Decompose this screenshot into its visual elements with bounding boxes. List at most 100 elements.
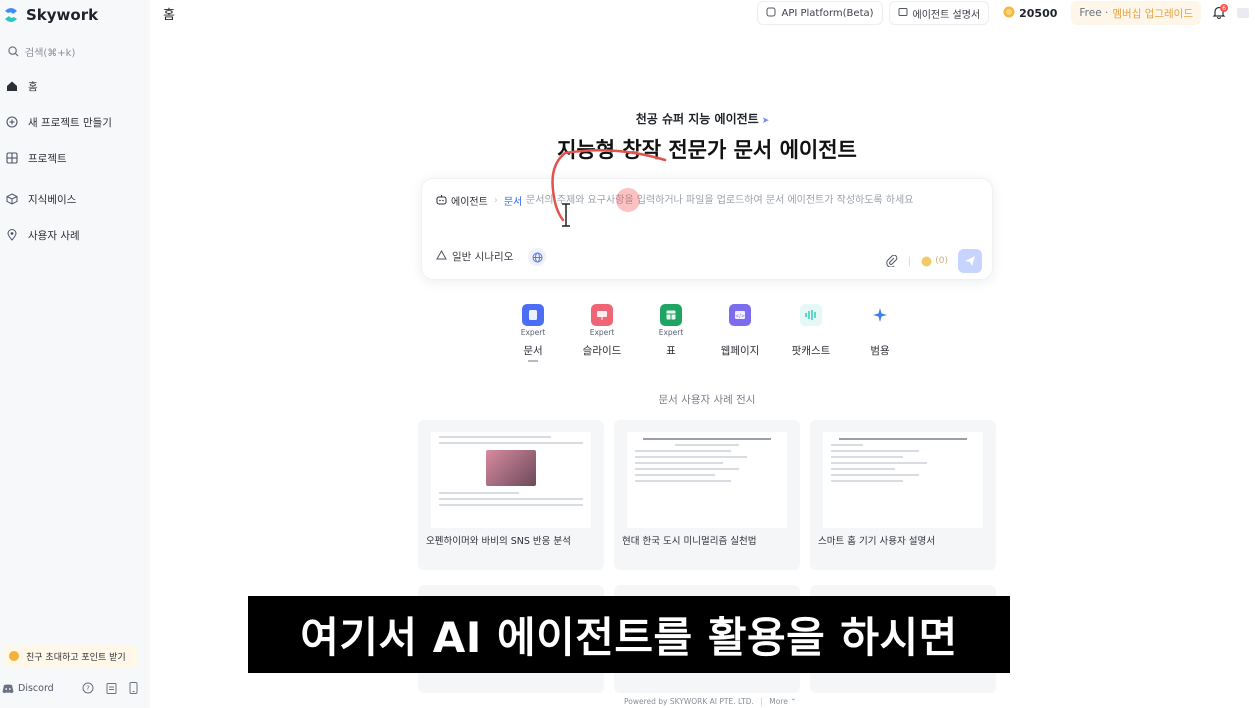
- plan-label: Free ·: [1079, 7, 1109, 19]
- clipboard-icon[interactable]: [106, 679, 117, 698]
- agent-tile-webpage[interactable]: </> 웹페이지: [710, 304, 770, 358]
- help-icon[interactable]: ?: [82, 679, 94, 698]
- agent-label: 웹페이지: [720, 345, 760, 357]
- more-link[interactable]: More: [769, 697, 788, 706]
- sidebar-item-home[interactable]: 홈: [4, 74, 38, 98]
- api-platform-label: API Platform(Beta): [781, 7, 874, 19]
- webpage-agent-icon: </>: [729, 304, 751, 326]
- globe-icon: [532, 248, 543, 267]
- mobile-icon[interactable]: [129, 679, 138, 698]
- coin-icon: [1003, 6, 1015, 21]
- send-button[interactable]: [958, 249, 982, 273]
- notification-badge: 6: [1220, 4, 1228, 12]
- agent-guide-button[interactable]: 에이전트 설명서: [888, 1, 990, 25]
- sidebar-item-label: 프로젝트: [28, 152, 67, 165]
- agent-label: 팟캐스트: [791, 345, 831, 357]
- discord-icon[interactable]: [2, 679, 14, 698]
- points-balance[interactable]: 20500: [995, 1, 1066, 25]
- logo-text: Skywork: [26, 6, 99, 24]
- sidebar-item-label: 홈: [28, 80, 38, 93]
- warning-triangle-icon: [436, 249, 447, 263]
- tool-divider: |: [907, 255, 912, 267]
- header-actions: API Platform(Beta) 에이전트 설명서 20500 Free ·…: [757, 0, 1255, 26]
- agent-tile-slides[interactable]: Expert 슬라이드: [572, 304, 632, 358]
- home-icon: [6, 77, 18, 96]
- robot-icon: [436, 194, 447, 208]
- page-title: 홈: [163, 8, 175, 23]
- web-search-toggle[interactable]: [528, 248, 546, 266]
- logo[interactable]: Skywork: [2, 6, 98, 24]
- hero-subtitle: 천공 슈퍼 지능 에이전트 ➤: [0, 110, 1255, 127]
- document-agent-icon: [522, 304, 544, 326]
- showcase-card[interactable]: 현대 한국 도시 미니멀리즘 실천법: [614, 420, 800, 570]
- cost-indicator: (0): [921, 252, 948, 271]
- sidebar-item-projects[interactable]: 프로젝트: [4, 146, 67, 170]
- skywork-logo-icon: [2, 6, 20, 24]
- prompt-tools: | (0): [886, 249, 982, 273]
- scenario-selector[interactable]: 일반 시나리오: [436, 249, 513, 264]
- prompt-box: 에이전트 › 문서 일반 시나리오 | (0): [421, 178, 993, 280]
- invite-friends-button[interactable]: 친구 초대하고 포인트 받기: [4, 645, 138, 667]
- upgrade-label: 멤버십 업그레이드: [1112, 7, 1193, 20]
- svg-text:</>: </>: [735, 314, 745, 320]
- sheet-agent-icon: [660, 304, 682, 326]
- sidebar-footer: Discord ?: [2, 678, 148, 698]
- agent-chip[interactable]: 에이전트 › 문서: [436, 193, 522, 208]
- avatar[interactable]: [1237, 1, 1255, 25]
- api-icon: [766, 7, 776, 20]
- sidebar-item-label: 지식베이스: [28, 193, 77, 206]
- expert-badge: [710, 328, 770, 338]
- discord-link[interactable]: Discord: [18, 683, 54, 694]
- search-box[interactable]: 검색(⌘+k): [4, 40, 136, 62]
- attachment-icon[interactable]: [886, 252, 898, 271]
- footer: Powered by SKYWORK AI PTE. LTD. | More ⌃: [624, 697, 797, 706]
- location-icon: [6, 226, 18, 245]
- separator: ›: [493, 195, 498, 206]
- agent-tile-podcast[interactable]: 팟캐스트: [781, 304, 841, 358]
- card-thumbnail: [823, 432, 983, 528]
- powered-by: Powered by SKYWORK AI PTE. LTD.: [624, 697, 754, 706]
- api-platform-button[interactable]: API Platform(Beta): [757, 1, 883, 25]
- card-label: 스마트 홈 기기 사용자 설명서: [818, 536, 935, 547]
- invite-label: 친구 초대하고 포인트 받기: [26, 652, 126, 663]
- agent-label: 에이전트: [451, 197, 488, 208]
- notification-button[interactable]: 6: [1207, 1, 1231, 25]
- podcast-agent-icon: [800, 304, 822, 326]
- sparkle-arrow-icon: ➤: [761, 116, 770, 126]
- active-indicator: [528, 360, 538, 362]
- coin-icon: [921, 252, 932, 271]
- chevron-up-icon[interactable]: ⌃: [790, 697, 796, 706]
- agent-tile-general[interactable]: 범용: [850, 304, 910, 358]
- sidebar-item-user-cases[interactable]: 사용자 사례: [4, 223, 80, 247]
- thumbnail-image: [486, 450, 536, 486]
- svg-text:?: ?: [86, 684, 90, 692]
- expert-badge: [850, 328, 910, 338]
- sidebar-item-knowledge-base[interactable]: 지식베이스: [4, 187, 76, 211]
- sidebar-item-label: 사용자 사례: [28, 229, 80, 242]
- slides-agent-icon: [591, 304, 613, 326]
- search-icon: [8, 42, 19, 61]
- showcase-card[interactable]: 오펜하이머와 바비의 SNS 반응 분석: [418, 420, 604, 570]
- annotation-stroke: [551, 148, 667, 222]
- agent-tile-document[interactable]: Expert 문서: [503, 304, 563, 362]
- card-thumbnail: [431, 432, 591, 528]
- footer-divider: |: [760, 697, 763, 706]
- sparkle-agent-icon: [869, 304, 891, 326]
- agent-tile-sheet[interactable]: Expert 표: [641, 304, 701, 358]
- hero-subtitle-text: 천공 슈퍼 지능 에이전트: [635, 112, 759, 126]
- card-thumbnail: [627, 432, 787, 528]
- cost-value: (0): [935, 256, 948, 266]
- expert-badge: Expert: [658, 328, 684, 337]
- expert-badge: Expert: [589, 328, 615, 337]
- sidebar: Skywork 검색(⌘+k) 홈 새 프로젝트 만들기 프로젝트 지식베이스: [0, 0, 150, 708]
- expert-badge: [781, 328, 841, 338]
- agent-label: 슬라이드: [582, 345, 622, 357]
- book-icon: [898, 7, 908, 20]
- card-label: 오펜하이머와 바비의 SNS 반응 분석: [426, 536, 571, 547]
- showcase-card[interactable]: 스마트 홈 기기 사용자 설명서: [810, 420, 996, 570]
- agent-label: 문서: [523, 345, 543, 357]
- gift-icon: [8, 647, 20, 666]
- upgrade-membership-button[interactable]: Free · 멤버십 업그레이드: [1071, 1, 1201, 25]
- agent-type: 문서: [503, 197, 523, 208]
- agent-label: 범용: [870, 345, 890, 357]
